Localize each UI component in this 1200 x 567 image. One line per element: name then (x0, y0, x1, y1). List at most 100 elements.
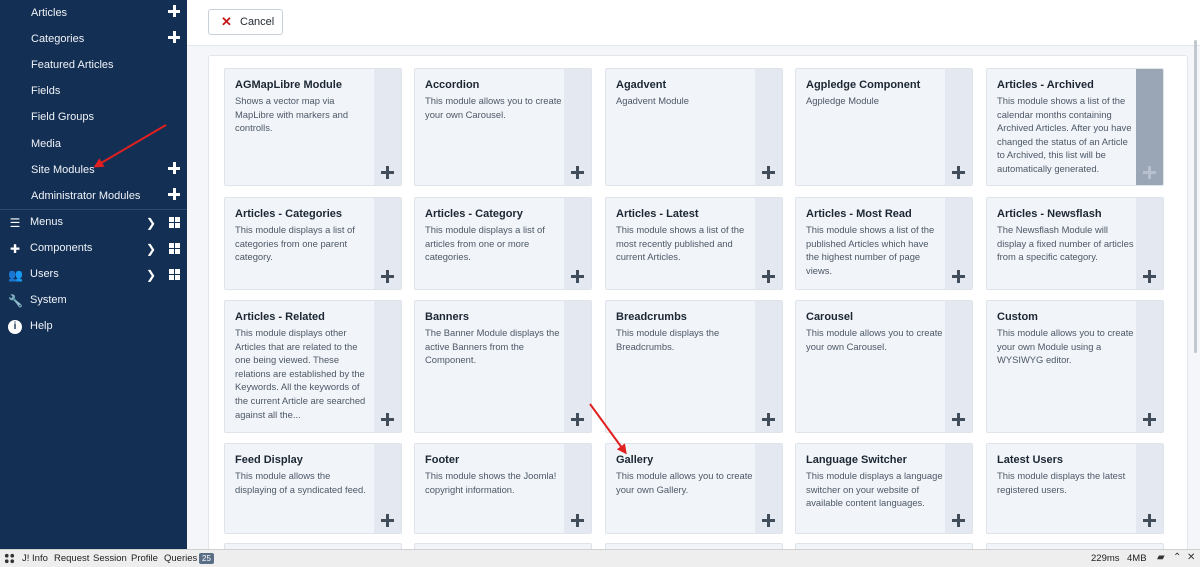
module-card[interactable]: Agadvent Agadvent Module (605, 68, 783, 186)
module-description: This module displays the Breadcrumbs. (616, 327, 720, 352)
wrench-icon: 🔧 (8, 294, 23, 308)
module-card[interactable]: Banners The Banner Module displays the ac… (414, 300, 592, 433)
add-module-plus-icon[interactable] (571, 166, 584, 179)
sidebar-item-featured-articles[interactable]: Featured Articles (0, 52, 187, 78)
module-description: This module displays the latest register… (997, 470, 1126, 495)
sidebar-item-help[interactable]: i Help (0, 314, 187, 340)
sidebar-item-menus[interactable]: ☰ Menus ❯ (0, 210, 187, 236)
sidebar-item-media[interactable]: Media (0, 131, 187, 157)
sidebar-item-label: Administrator Modules (31, 190, 141, 202)
module-card[interactable]: Agpledge Component Agpledge Module (795, 68, 973, 186)
add-module-plus-icon[interactable] (381, 413, 394, 426)
debug-tab-request[interactable]: Request (54, 553, 89, 564)
add-module-plus-icon[interactable] (762, 166, 775, 179)
chevron-up-icon[interactable]: ⌃ (1173, 552, 1181, 563)
add-module-plus-icon[interactable] (381, 270, 394, 283)
add-module-plus-icon[interactable] (1143, 270, 1156, 283)
module-description: This module shows a list of the most rec… (616, 224, 745, 263)
add-module-plus-icon[interactable] (762, 270, 775, 283)
scrollbar[interactable] (1194, 40, 1197, 353)
add-module-plus-icon[interactable] (952, 270, 965, 283)
module-description: This module displays a list of categorie… (235, 224, 355, 263)
add-articles-plus-icon[interactable] (167, 4, 181, 18)
sidebar-item-users[interactable]: 👥 Users ❯ (0, 262, 187, 288)
debug-tab-info[interactable]: J! Info (22, 553, 48, 564)
sidebar-item-categories[interactable]: Categories (0, 26, 187, 52)
module-card[interactable]: Footer This module shows the Joomla! copy… (414, 443, 592, 534)
module-card[interactable]: Accordion This module allows you to creat… (414, 68, 592, 186)
module-card[interactable]: Latest Users This module displays the lat… (986, 443, 1164, 534)
puzzle-icon: ✚ (9, 242, 21, 256)
module-description: This module displays other Articles that… (235, 327, 366, 420)
module-card[interactable]: Custom This module allows you to create y… (986, 300, 1164, 433)
sidebar-item-label: Categories (31, 33, 85, 45)
add-module-plus-icon[interactable] (571, 270, 584, 283)
module-title: Banners (425, 311, 470, 323)
module-description: Agpledge Module (806, 95, 879, 106)
sidebar-item-label: Components (30, 242, 93, 254)
module-card[interactable]: Language Switcher This module displays a … (795, 443, 973, 534)
module-description: This module allows you to create your ow… (806, 327, 943, 352)
module-title: Latest Users (997, 454, 1064, 466)
sidebar-item-administrator-modules[interactable]: Administrator Modules (0, 183, 187, 209)
users-icon: 👥 (8, 268, 23, 282)
sidebar-item-system[interactable]: 🔧 System (0, 288, 187, 314)
module-title: Articles - Most Read (806, 208, 912, 220)
add-module-plus-icon[interactable] (952, 413, 965, 426)
module-title: AGMapLibre Module (235, 79, 342, 91)
module-description: This module shows the Joomla! copyright … (425, 470, 557, 495)
debug-tab-queries[interactable]: Queries (164, 553, 197, 564)
add-module-plus-icon[interactable] (571, 514, 584, 527)
module-card[interactable]: Articles - Categories This module display… (224, 197, 402, 290)
module-card[interactable]: Articles - Archived This module shows a l… (986, 68, 1164, 186)
sidebar-item-label: Field Groups (31, 111, 94, 123)
add-module-plus-icon[interactable] (381, 514, 394, 527)
add-module-plus-icon[interactable] (952, 166, 965, 179)
sidebar-item-field-groups[interactable]: Field Groups (0, 104, 187, 130)
module-title: Articles - Related (235, 311, 325, 323)
module-card[interactable]: Articles - Latest This module shows a lis… (605, 197, 783, 290)
debug-tab-session[interactable]: Session (93, 553, 127, 564)
add-module-plus-icon[interactable] (381, 166, 394, 179)
module-card[interactable]: Articles - Related This module displays o… (224, 300, 402, 433)
sidebar-item-label: Menus (30, 216, 64, 228)
module-card[interactable]: AGMapLibre Module Shows a vector map via … (224, 68, 402, 186)
module-card[interactable]: Feed Display This module allows the displ… (224, 443, 402, 534)
sidebar-item-fields[interactable]: Fields (0, 78, 187, 104)
sidebar-item-articles[interactable]: Articles (0, 0, 187, 26)
debug-tab-profile[interactable]: Profile (131, 553, 158, 564)
dashboard-grid-icon[interactable] (169, 217, 180, 228)
cancel-button[interactable]: ✕ Cancel (208, 9, 283, 35)
module-description: The Newsflash Module will display a fixe… (997, 224, 1134, 263)
module-card[interactable]: Breadcrumbs This module displays the Brea… (605, 300, 783, 433)
add-module-plus-icon[interactable] (571, 413, 584, 426)
dashboard-grid-icon[interactable] (169, 269, 180, 280)
module-card[interactable]: Articles - Category This module displays … (414, 197, 592, 290)
add-module-plus-icon[interactable] (762, 514, 775, 527)
add-site-module-plus-icon[interactable] (167, 161, 181, 175)
add-administrator-module-plus-icon[interactable] (167, 187, 181, 201)
close-icon: ✕ (221, 14, 232, 29)
module-card[interactable]: Articles - Most Read This module shows a … (795, 197, 973, 290)
sidebar-item-site-modules[interactable]: Site Modules (0, 157, 187, 183)
module-description: Shows a vector map via MapLibre with mar… (235, 95, 349, 134)
sidebar-item-components[interactable]: ✚ Components ❯ (0, 236, 187, 262)
add-module-plus-icon[interactable] (1143, 514, 1156, 527)
add-module-plus-icon[interactable] (762, 413, 775, 426)
add-module-plus-icon[interactable] (952, 514, 965, 527)
add-categories-plus-icon[interactable] (167, 30, 181, 44)
module-title: Articles - Archived (997, 79, 1094, 91)
module-card[interactable]: Carousel This module allows you to create… (795, 300, 973, 433)
close-icon[interactable]: ✕ (1187, 552, 1195, 563)
module-title: Custom (997, 311, 1038, 323)
folder-open-icon[interactable]: ▰ (1157, 552, 1165, 563)
sidebar-item-label: System (30, 294, 67, 306)
module-description: This module allows the displaying of a s… (235, 470, 366, 495)
debug-time: 229ms (1091, 553, 1120, 564)
add-module-plus-icon[interactable] (1143, 166, 1156, 179)
joomla-logo-icon (4, 553, 15, 564)
module-card[interactable]: Gallery This module allows you to create … (605, 443, 783, 534)
dashboard-grid-icon[interactable] (169, 243, 180, 254)
add-module-plus-icon[interactable] (1143, 413, 1156, 426)
module-card[interactable]: Articles - Newsflash The Newsflash Module… (986, 197, 1164, 290)
